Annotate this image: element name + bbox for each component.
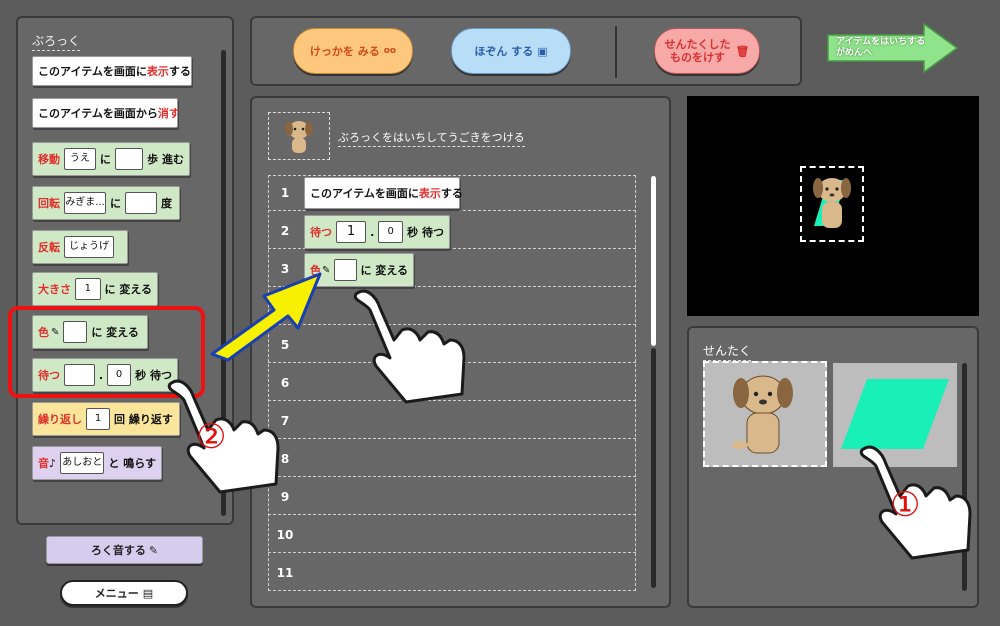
stage-item-selected[interactable] [800, 166, 864, 242]
selected-item-thumbnail [268, 112, 330, 160]
preview-stage [687, 96, 979, 316]
block-move[interactable]: 移動 うえ に 歩 進む [32, 142, 190, 176]
menu-button[interactable]: メニュー ▤ [60, 580, 188, 606]
step-marker-two: ② [196, 417, 227, 457]
save-button[interactable]: ほぞん する ▣ [451, 28, 571, 74]
move-direction-field[interactable]: うえ [64, 148, 96, 170]
delete-selected-button[interactable]: せんたくした ものをけす 🗑 [654, 28, 760, 74]
dog-icon [813, 178, 851, 228]
item-card-dog[interactable] [703, 361, 827, 467]
selection-title: せんたく [703, 342, 752, 361]
placed-wait-decimal-field[interactable]: 0 [378, 221, 404, 243]
flip-direction-field[interactable]: じょうげ [64, 236, 114, 258]
program-row[interactable]: 11 [268, 555, 636, 591]
program-row[interactable]: 8 [268, 441, 636, 477]
save-icon: ▣ [537, 44, 548, 58]
drag-arrow-icon [210, 272, 322, 362]
next-screen-button[interactable]: アイテムをはいちする がめんへ [826, 22, 960, 74]
block-size[interactable]: 大きさ 1 に 変える [32, 272, 158, 306]
editor-hint: ぶろっくをはいちしてうごきをつける [338, 129, 525, 147]
block-show[interactable]: このアイテムを画面に 表示 する [32, 56, 192, 86]
program-row[interactable]: 10 [268, 517, 636, 553]
trash-icon: 🗑 [735, 44, 750, 58]
microphone-icon: ✎ [148, 543, 159, 557]
rotate-direction-field[interactable]: みぎま... [64, 192, 106, 214]
block-hide[interactable]: このアイテムを画面から 消す [32, 98, 180, 128]
move-steps-field[interactable] [114, 148, 144, 170]
placed-block-wait[interactable]: 待つ 1 . 0 秒 待つ [304, 215, 450, 249]
record-button[interactable]: ろく音する ✎ [46, 536, 203, 564]
block-sound[interactable]: 音 ♪ あしおと と 鳴らす [32, 446, 162, 480]
music-note-icon: ♪ [49, 456, 57, 470]
step-marker-one: ① [890, 485, 921, 525]
program-row[interactable]: 9 [268, 479, 636, 515]
palette-title: ぶろっく [32, 32, 81, 51]
block-flip[interactable]: 反転 じょうげ [32, 230, 128, 264]
toolbar-divider [615, 26, 617, 78]
placed-block-show[interactable]: このアイテムを画面に 表示 する [304, 177, 463, 209]
size-value-field[interactable]: 1 [75, 278, 101, 300]
block-rotate[interactable]: 回転 みぎま... に 度 [32, 186, 180, 220]
menu-icon: ▤ [142, 586, 154, 600]
eyes-icon: oo [383, 45, 397, 56]
dog-icon [732, 375, 793, 454]
top-toolbar: けっかを みる oo ほぞん する ▣ せんたくした ものをけす 🗑 [250, 16, 802, 86]
rotate-degree-field[interactable] [125, 192, 157, 214]
sound-select-field[interactable]: あしおと [60, 452, 105, 474]
dog-icon [285, 121, 313, 153]
editor-scrollbar[interactable] [651, 176, 656, 346]
result-button[interactable]: けっかを みる oo [293, 28, 413, 74]
pointing-hand-icon [353, 289, 466, 404]
placed-wait-seconds-field[interactable]: 1 [336, 221, 367, 243]
repeat-count-field[interactable]: 1 [86, 408, 110, 430]
